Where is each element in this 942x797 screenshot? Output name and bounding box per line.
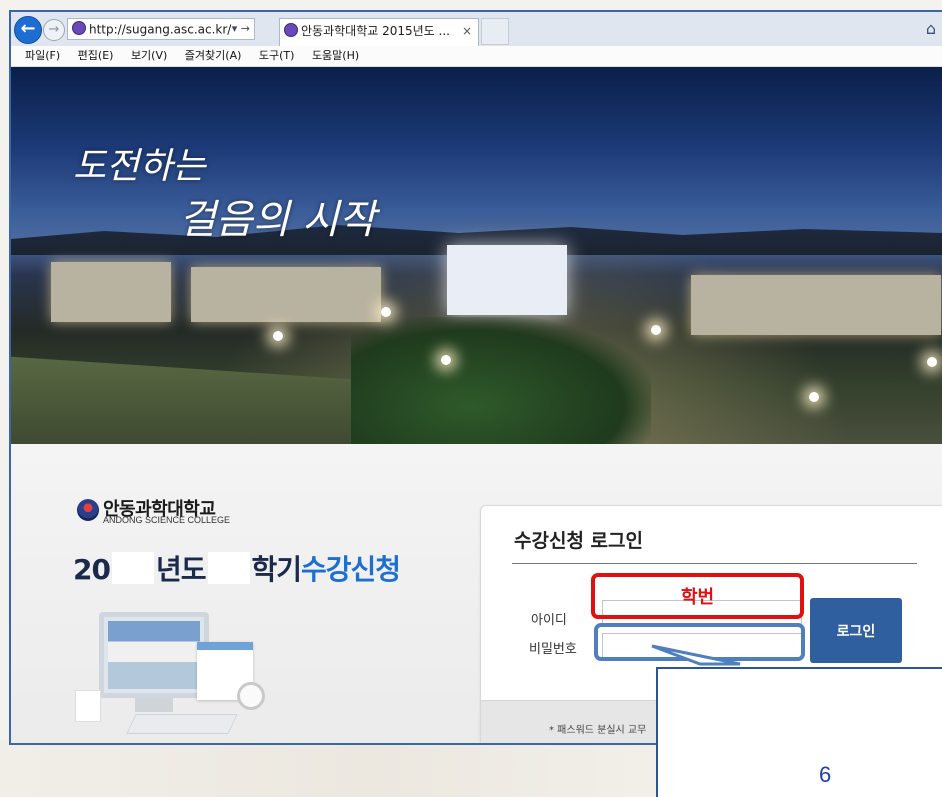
- menu-help[interactable]: 도움말(H): [312, 49, 359, 62]
- callout-box: 6: [656, 667, 942, 797]
- alarm-clock-icon: [237, 682, 265, 710]
- login-button[interactable]: 로그인: [810, 598, 902, 663]
- street-light: [927, 357, 937, 367]
- browser-titlebar: ← → http://sugang.asc.ac.kr/ ▾ → 안동과학대학교…: [11, 12, 942, 47]
- computer-monitor-icon: [99, 612, 209, 698]
- monitor-stand: [135, 698, 173, 712]
- campus-building: [691, 275, 941, 335]
- password-highlight-annotation: [594, 623, 805, 661]
- menu-bar: 파일(F) 편집(E) 보기(V) 즐겨찾기(A) 도구(T) 도움말(H): [11, 46, 942, 67]
- menu-file[interactable]: 파일(F): [25, 49, 60, 62]
- callout-number: 6: [819, 762, 832, 787]
- term-blank: [207, 552, 250, 584]
- campus-hero-image: 도전하는 걸음의 시작: [11, 67, 942, 444]
- school-name-english: ANDONG SCIENCE COLLEGE: [103, 515, 231, 525]
- street-light: [651, 325, 661, 335]
- registration-year-word: 년도: [155, 553, 207, 586]
- campus-building: [191, 267, 381, 322]
- address-url: http://sugang.asc.ac.kr/: [89, 22, 232, 37]
- school-emblem-icon: [77, 499, 99, 521]
- street-light: [273, 331, 283, 341]
- home-icon[interactable]: ⌂: [926, 19, 936, 38]
- browser-tab[interactable]: 안동과학대학교 2015년도 ... ×: [279, 18, 479, 46]
- campus-building: [51, 262, 171, 322]
- street-light: [381, 307, 391, 317]
- menu-tools[interactable]: 도구(T): [259, 49, 295, 62]
- registration-year-prefix: 20: [73, 553, 111, 586]
- menu-edit[interactable]: 편집(E): [78, 49, 114, 62]
- new-tab-button[interactable]: [481, 18, 509, 45]
- trees: [351, 317, 651, 444]
- login-title: 수강신청 로그인: [514, 530, 643, 552]
- tab-site-icon: [284, 23, 298, 37]
- id-hint-text: 학번: [680, 587, 715, 608]
- year-blank: [111, 552, 154, 584]
- pen-holder-icon: [75, 690, 101, 722]
- registration-title: 20 년도 학기수강신청: [73, 548, 401, 588]
- site-icon: [72, 21, 86, 35]
- forward-button[interactable]: →: [43, 19, 65, 41]
- campus-main-building: [447, 245, 567, 315]
- id-label: 아이디: [531, 613, 567, 628]
- id-hint-annotation: 학번: [591, 573, 804, 619]
- password-lost-note: * 패스워드 분실시 교무: [549, 725, 647, 736]
- tab-close-icon[interactable]: ×: [462, 19, 472, 43]
- registration-term-word: 학기: [251, 553, 303, 586]
- menu-view[interactable]: 보기(V): [131, 49, 167, 62]
- password-label: 비밀번호: [529, 642, 577, 657]
- menu-favorites[interactable]: 즐겨찾기(A): [185, 49, 242, 62]
- street-light: [809, 392, 819, 402]
- address-controls[interactable]: ▾ →: [232, 19, 250, 39]
- back-button[interactable]: ←: [14, 16, 42, 44]
- slogan-line-2: 걸음의 시작: [179, 197, 376, 243]
- tab-title: 안동과학대학교 2015년도 ...: [301, 24, 450, 38]
- title-divider: [512, 563, 917, 564]
- address-bar[interactable]: http://sugang.asc.ac.kr/ ▾ →: [67, 18, 255, 40]
- slogan-line-1: 도전하는: [73, 146, 206, 187]
- keyboard-icon: [126, 714, 238, 734]
- registration-accent-word: 수강신청: [301, 553, 401, 586]
- street-light: [441, 355, 451, 365]
